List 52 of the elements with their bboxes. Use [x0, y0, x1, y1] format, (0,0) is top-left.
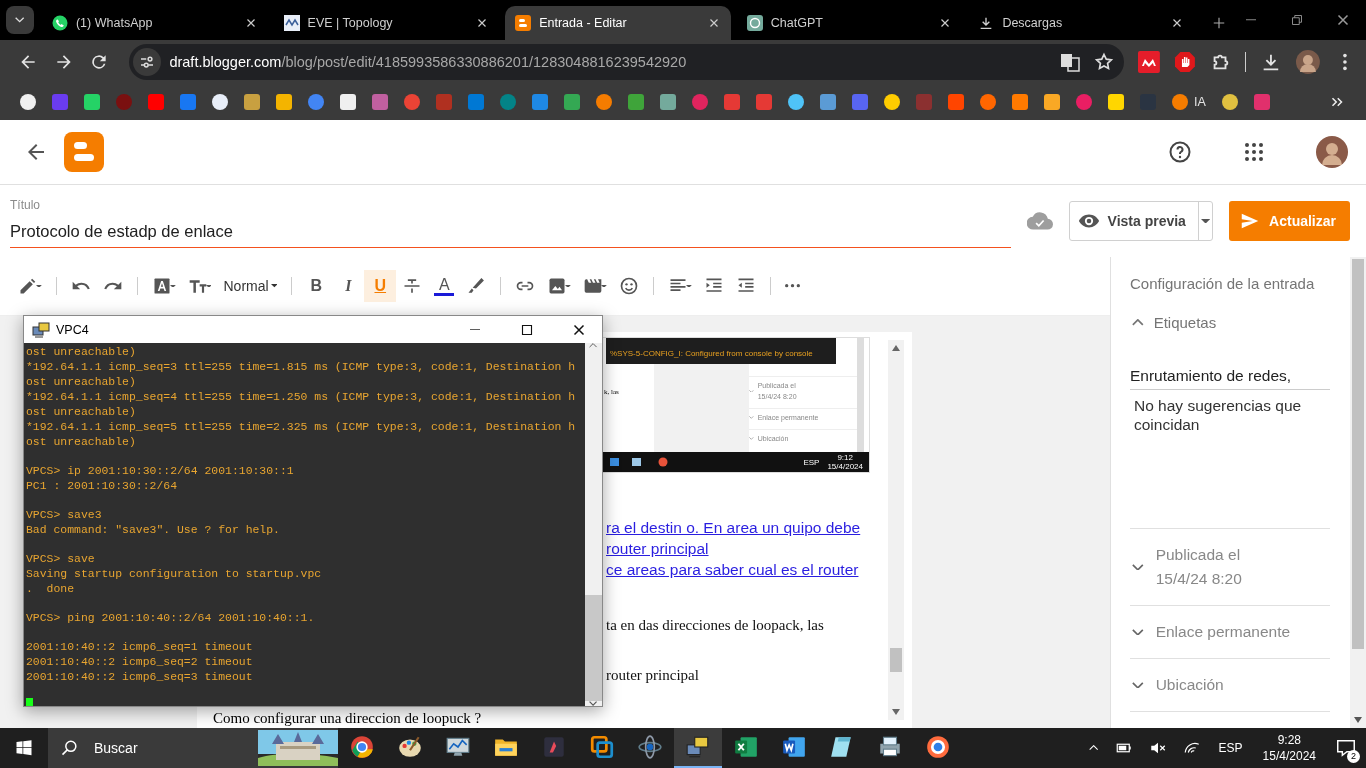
labels-input[interactable]: Enrutamiento de redes, — [1130, 367, 1330, 390]
taskbar-search-field[interactable]: Buscar — [48, 728, 338, 768]
window-title: VPC4 — [56, 322, 89, 337]
bold-button[interactable]: B — [300, 270, 333, 302]
suggestion-message: No hay sugerencias que coincidan — [1130, 390, 1330, 529]
browser-tab[interactable]: Entrada - Editar — [505, 6, 731, 40]
terminal-line: ost unreachable) — [26, 344, 137, 359]
settings-section-header[interactable]: Ubicación — [1130, 659, 1330, 712]
terminal-line: 2001:10:40::2 icmp6_seq=1 timeout — [26, 639, 254, 654]
terminal-line: ost unreachable) — [26, 404, 137, 419]
terminal-line: 2001:10:40::2 icmp6_seq=3 timeout — [26, 669, 254, 684]
paragraph-style-dropdown[interactable]: Normal — [217, 270, 284, 302]
language-indicator: ESP — [803, 457, 820, 467]
language-indicator[interactable]: ESP — [1218, 741, 1243, 755]
terminal-line: *192.64.1.1 icmp_seq=4 ttl=255 time=1.250 ms (ICMP type:3, code:1, Destination h — [26, 389, 577, 404]
terminal-line: Bad command: "save3". Use ? for help. — [26, 522, 281, 537]
bookmark-folder[interactable]: IA — [1194, 95, 1206, 109]
terminal-line: *192.64.1.1 icmp_seq=3 ttl=255 time=1.815 ms (ICMP type:3, code:1, Destination h — [26, 359, 577, 374]
title-input[interactable]: Protocolo de estadp de enlace — [10, 222, 1011, 241]
paragraph-text: ta en das direcciones de loopack, las — [606, 616, 824, 635]
sidebar-heading: Configuración de la entrada — [1130, 275, 1316, 292]
terminal-line: VPCS> ip 2001:10:30::2/64 2001:10:30::1 — [26, 463, 295, 478]
terminal-line: *192.64.1.1 icmp_seq=5 ttl=255 time=2.325 ms (ICMP type:3, code:1, Destination h — [26, 419, 577, 434]
browser-tab[interactable]: (1) WhatsApp — [41, 6, 268, 40]
text-link[interactable]: ra el destin o. En area un quipo debe — [606, 517, 861, 538]
text-color-button[interactable]: A — [428, 270, 461, 302]
browser-tab[interactable]: ChatGPT — [736, 6, 963, 40]
text-link[interactable]: router principal — [606, 538, 709, 559]
terminal-line: VPCS> save3 — [26, 507, 103, 522]
labels-section-header[interactable]: Etiquetas — [1130, 314, 1330, 331]
terminal-line: VPCS> save — [26, 551, 96, 566]
paragraph-text: router principal — [606, 666, 699, 685]
clock[interactable]: 9:28 15/4/2024 — [1262, 732, 1316, 764]
terminal-line: ost unreachable) — [26, 434, 137, 449]
terminal-line: ost unreachable) — [26, 374, 137, 389]
browser-tab[interactable]: Descargas — [968, 6, 1194, 40]
settings-section-header[interactable]: Enlace permanente — [1130, 606, 1330, 659]
browser-tab[interactable]: EVE | Topology — [273, 6, 500, 40]
clock-time: 9:12 — [837, 453, 853, 462]
title-label: Título — [10, 198, 41, 212]
settings-section-header[interactable]: Publicada el 15/4/24 8:20 — [1130, 529, 1330, 606]
terminal-line: Saving startup configuration to startup.vpc — [26, 566, 323, 581]
url-text: draft.blogger.com/blog/post/edit/4185993586330886201/1283048816239542920 — [169, 54, 687, 70]
text-link[interactable]: ce areas para saber cual es el router — [606, 559, 859, 580]
clock-date: 15/4/2024 — [827, 462, 863, 471]
terminal-line: 2001:10:40::2 icmp6_seq=2 timeout — [26, 654, 254, 669]
terminal-line: . done — [26, 581, 76, 596]
italic-button[interactable]: I — [332, 270, 365, 302]
terminal-line: PC1 : 2001:10:30::2/64 — [26, 478, 178, 493]
terminal-line: VPCS> ping 2001:10:40::2/64 2001:10:40::1. — [26, 610, 316, 625]
address-bar[interactable]: draft.blogger.com/blog/post/edit/4185993586330886201/1283048816239542920 — [129, 44, 1124, 80]
paragraph-text: Como configurar una direccion de loopuck ? — [213, 710, 482, 726]
